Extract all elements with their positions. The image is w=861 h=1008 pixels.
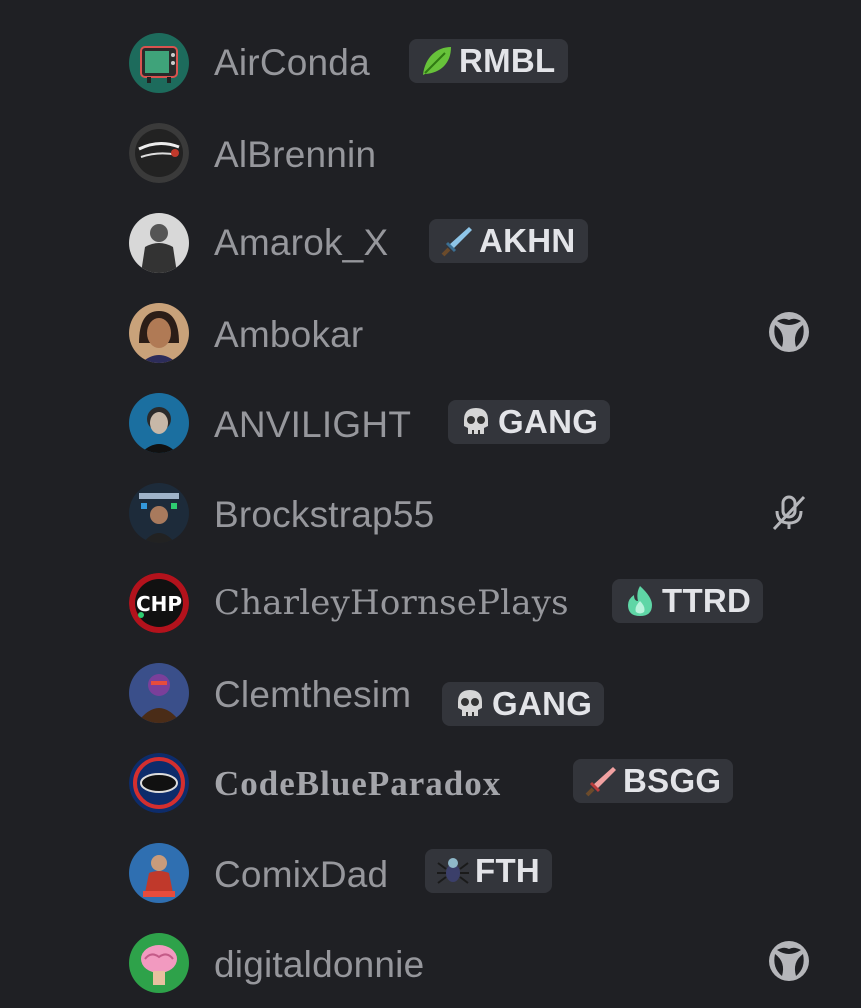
clan-tag-label: RMBL	[459, 42, 556, 79]
clan-tag[interactable]: RMBL	[409, 39, 568, 83]
person-avatar-icon	[129, 303, 189, 363]
avatar[interactable]	[129, 123, 189, 183]
member-row[interactable]: Amarok_X AKHN	[0, 198, 861, 288]
member-row[interactable]: ComixDad FTH	[0, 828, 861, 918]
member-name[interactable]: Clemthesim	[214, 674, 411, 716]
avatar[interactable]	[129, 663, 189, 723]
sword-icon	[441, 227, 472, 257]
clan-tag-label: FTH	[475, 852, 541, 889]
avatar[interactable]	[129, 933, 189, 993]
cb-logo-avatar-icon	[129, 753, 189, 813]
avatar[interactable]	[129, 33, 189, 93]
leaf-icon	[423, 47, 451, 75]
member-row[interactable]: Brockstrap55	[0, 468, 861, 558]
member-name[interactable]: ANVILIGHT	[214, 404, 411, 446]
avatar[interactable]	[129, 303, 189, 363]
xbox-icon	[768, 940, 810, 982]
member-name[interactable]: digitaldonnie	[214, 944, 424, 986]
avatar[interactable]	[129, 843, 189, 903]
member-list: AirConda RMBL AlBrennin Amarok_X AKHN Am…	[0, 0, 861, 1006]
member-row[interactable]: ANVILIGHT GANG	[0, 378, 861, 468]
clan-tag-label: AKHN	[479, 222, 576, 259]
member-name[interactable]: CodeBlueParadox	[214, 764, 501, 804]
tv-avatar-icon	[129, 33, 189, 93]
member-row[interactable]: CodeBlueParadox BSGG	[0, 738, 861, 828]
clan-tag[interactable]: AKHN	[429, 219, 588, 263]
clan-tag[interactable]: FTH	[425, 849, 553, 893]
member-row[interactable]: CHP CharleyHornsePlays TTRD	[0, 558, 861, 648]
clan-tag-label: TTRD	[662, 582, 752, 619]
clan-tag[interactable]: TTRD	[612, 579, 764, 623]
skull-icon	[458, 690, 482, 716]
avatar[interactable]: CHP	[129, 573, 189, 633]
member-row[interactable]: AlBrennin	[0, 108, 861, 198]
clan-tag[interactable]: GANG	[442, 682, 605, 726]
flame-icon	[628, 586, 652, 616]
clan-tag-label: GANG	[492, 685, 593, 722]
member-name[interactable]: Brockstrap55	[214, 494, 434, 536]
avatar[interactable]	[129, 213, 189, 273]
avatar[interactable]	[129, 753, 189, 813]
clan-tag-label: BSGG	[623, 762, 722, 799]
sword-icon	[585, 767, 616, 797]
member-row[interactable]: Clemthesim GANG	[0, 648, 861, 738]
member-row[interactable]: digitaldonnie	[0, 918, 861, 1008]
person-avatar-icon	[129, 393, 189, 453]
spider-icon	[437, 858, 469, 884]
person-avatar-icon	[129, 213, 189, 273]
member-name[interactable]: AirConda	[214, 42, 370, 84]
world-series-avatar-icon	[129, 123, 189, 183]
member-name[interactable]: AlBrennin	[214, 134, 376, 176]
person-avatar-icon	[129, 483, 189, 543]
svg-text:CHP: CHP	[136, 592, 182, 616]
member-name[interactable]: CharleyHornsePlays	[214, 583, 569, 623]
comic-avatar-icon	[129, 843, 189, 903]
clan-tag[interactable]: BSGG	[573, 759, 734, 803]
member-name[interactable]: Ambokar	[214, 314, 363, 356]
member-row[interactable]: Ambokar	[0, 288, 861, 378]
chp-logo-avatar-icon: CHP	[129, 573, 189, 633]
xbox-icon	[768, 311, 810, 353]
brain-avatar-icon	[129, 933, 189, 993]
member-name[interactable]: Amarok_X	[214, 222, 388, 264]
member-row[interactable]: AirConda RMBL	[0, 18, 861, 108]
character-avatar-icon	[129, 663, 189, 723]
clan-tag[interactable]: GANG	[448, 400, 611, 444]
avatar[interactable]	[129, 393, 189, 453]
member-name[interactable]: ComixDad	[214, 854, 388, 896]
avatar[interactable]	[129, 483, 189, 543]
muted-mic-icon	[768, 491, 810, 533]
clan-tag-label: GANG	[498, 403, 599, 440]
skull-icon	[464, 408, 488, 434]
